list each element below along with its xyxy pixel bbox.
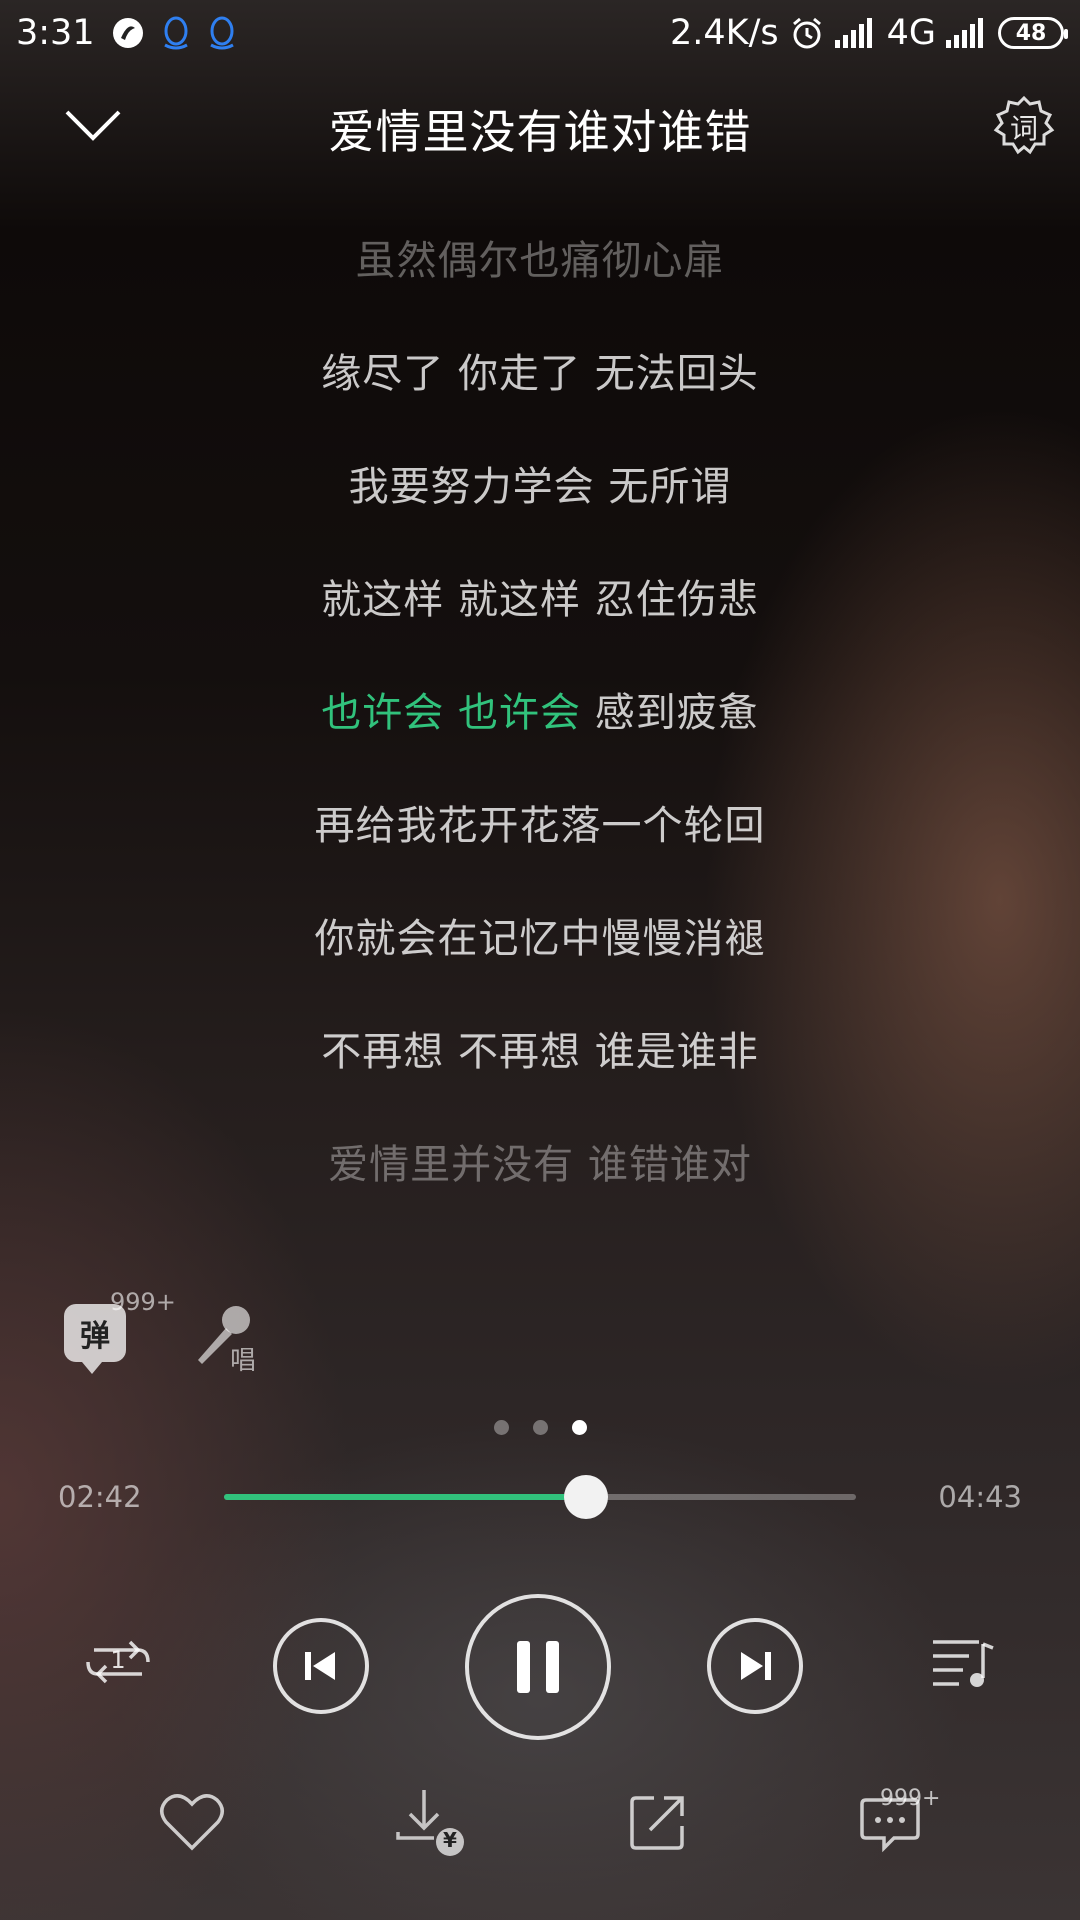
page-indicator bbox=[0, 1420, 1080, 1435]
battery-level: 48 bbox=[1015, 20, 1047, 46]
app-icon bbox=[111, 16, 145, 50]
status-bar: 3:31 2.4K/s 4G 48 bbox=[0, 0, 1080, 66]
next-button[interactable] bbox=[707, 1618, 803, 1714]
page-dot[interactable] bbox=[493, 1420, 509, 1435]
lyric-line: 爱情里并没有 谁错谁对 bbox=[328, 1142, 752, 1188]
favorite-button[interactable] bbox=[156, 1786, 228, 1858]
player-header: 爱情里没有谁对谁错 词 bbox=[0, 80, 1080, 172]
signal-icon bbox=[834, 18, 877, 48]
total-time: 04:43 bbox=[938, 1480, 1022, 1514]
share-button[interactable] bbox=[622, 1786, 694, 1858]
lyric-btn-label: 词 bbox=[1009, 112, 1038, 145]
qq-icon bbox=[161, 15, 191, 51]
download-button[interactable]: ¥ bbox=[394, 1786, 466, 1858]
lyric-line: 就这样 就这样 忍住伤悲 bbox=[321, 577, 759, 623]
network-type: 4G bbox=[886, 13, 936, 53]
current-time: 02:42 bbox=[58, 1480, 142, 1514]
progress-bar[interactable] bbox=[224, 1475, 856, 1519]
song-title: 爱情里没有谁对谁错 bbox=[328, 105, 752, 159]
lyric-line: 你就会在记忆中慢慢消褪 bbox=[314, 916, 766, 962]
lyric-line: 再给我花开花落一个轮回 bbox=[314, 803, 766, 849]
qq-icon bbox=[207, 15, 237, 51]
lyric-highlight: 也许会 也许会 bbox=[321, 690, 595, 736]
comment-count: 999+ bbox=[880, 1786, 941, 1811]
signal-icon bbox=[946, 18, 988, 48]
pause-button[interactable] bbox=[465, 1594, 611, 1740]
lyric-line: 不再想 不再想 谁是谁非 bbox=[321, 1029, 759, 1075]
previous-icon bbox=[305, 1652, 335, 1680]
playlist-icon bbox=[933, 1640, 994, 1687]
progress-fill bbox=[224, 1494, 586, 1500]
loop-mode-button[interactable]: 1 bbox=[80, 1632, 156, 1692]
loop-mode-label: 1 bbox=[110, 1646, 126, 1674]
battery-indicator: 48 bbox=[998, 17, 1068, 49]
lyric-rest: 感到疲惫 bbox=[594, 690, 759, 736]
lyric-line-current: 也许会 也许会 感到疲惫 bbox=[0, 688, 1080, 801]
lyric-line: 缘尽了 你走了 无法回头 bbox=[321, 351, 759, 397]
progress-thumb[interactable] bbox=[563, 1475, 608, 1519]
heart-icon bbox=[160, 1794, 224, 1851]
share-icon bbox=[630, 1796, 684, 1850]
danmu-label: 弹 bbox=[80, 1319, 110, 1354]
status-time: 3:31 bbox=[16, 13, 95, 53]
download-badge: ¥ bbox=[443, 1828, 457, 1852]
lyric-settings-button[interactable]: 词 bbox=[992, 94, 1056, 158]
danmu-count: 999+ bbox=[110, 1288, 176, 1316]
page-dot[interactable] bbox=[532, 1420, 548, 1435]
collapse-button[interactable] bbox=[60, 100, 126, 150]
playback-controls: 1 bbox=[0, 1590, 1080, 1740]
pause-icon bbox=[517, 1641, 559, 1693]
lyric-line: 虽然偶尔也痛彻心扉 bbox=[355, 238, 725, 284]
chevron-down-icon bbox=[65, 110, 121, 141]
net-speed: 2.4K/s bbox=[669, 13, 779, 53]
previous-button[interactable] bbox=[273, 1618, 369, 1714]
sing-label: 唱 bbox=[230, 1346, 257, 1376]
alarm-icon bbox=[789, 15, 825, 51]
lyrics-panel[interactable]: 虽然偶尔也痛彻心扉 缘尽了 你走了 无法回头 我要努力学会 无所谓 就这样 就这… bbox=[0, 236, 1080, 1253]
next-icon bbox=[741, 1652, 771, 1680]
page-dot-active[interactable] bbox=[571, 1420, 587, 1435]
lyric-line: 我要努力学会 无所谓 bbox=[348, 464, 732, 510]
playlist-button[interactable] bbox=[926, 1632, 998, 1692]
